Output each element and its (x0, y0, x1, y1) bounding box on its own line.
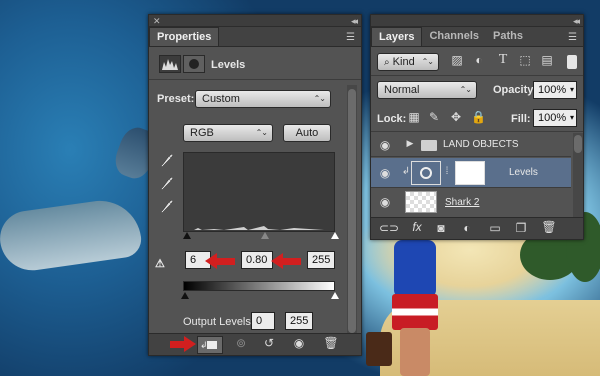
tab-paths[interactable]: Paths (486, 27, 530, 46)
filter-smart-object-icon[interactable]: ▤ (539, 53, 555, 67)
output-white-slider[interactable] (331, 292, 339, 299)
histogram (183, 152, 335, 232)
layer-name: Levels (509, 167, 538, 178)
preset-value: Custom (202, 93, 240, 105)
input-gamma-slider[interactable] (261, 232, 269, 239)
lock-position-icon[interactable]: ✥ (449, 110, 463, 124)
collapse-icon[interactable]: ◂◂ (573, 15, 580, 27)
panel-titlebar[interactable]: ✕ ◂◂ (149, 15, 361, 27)
visibility-eye-icon[interactable]: ◉ (377, 166, 393, 180)
close-icon[interactable]: ✕ (153, 15, 161, 27)
person-image (366, 228, 450, 376)
visibility-eye-icon[interactable]: ◉ (377, 138, 393, 152)
output-gradient-bar (183, 281, 335, 291)
preset-dropdown[interactable]: Custom (195, 90, 331, 108)
annotation-arrow (205, 253, 235, 269)
trash-icon[interactable]: 🗑 (541, 220, 557, 234)
input-white-slider[interactable] (331, 232, 339, 239)
layers-toolbar: ⊂⊃ fx ◙ ◐ ▭ ❐ 🗑 (371, 217, 583, 239)
annotation-arrow (271, 253, 301, 269)
lock-pixels-icon[interactable]: ✎ (427, 110, 441, 124)
filter-adjustment-icon[interactable]: ◐ (471, 53, 487, 67)
tab-layers[interactable]: Layers (371, 27, 423, 46)
filter-kind-dropdown[interactable]: ⌕ Kind (377, 53, 439, 71)
channel-dropdown[interactable]: RGB (183, 124, 273, 142)
output-black-slider[interactable] (181, 292, 189, 299)
fill-label: Fill: (511, 113, 531, 125)
layer-row[interactable]: ◉ ↲ ⁞ Levels (371, 158, 571, 188)
lock-all-icon[interactable]: 🔒 (471, 110, 486, 124)
scrollbar[interactable] (573, 133, 583, 217)
visibility-eye-icon[interactable]: ◉ (287, 336, 311, 350)
divider (149, 79, 361, 80)
mask-icon[interactable] (183, 55, 205, 73)
panel-menu-icon[interactable]: ☰ (568, 32, 577, 43)
input-gamma-field[interactable]: 0.80 (241, 251, 273, 269)
auto-button[interactable]: Auto (283, 124, 331, 142)
lock-label: Lock: (377, 113, 407, 125)
trash-icon[interactable]: 🗑 (321, 336, 341, 350)
gray-eyedropper-icon[interactable] (159, 176, 175, 195)
opacity-field[interactable]: 100% ▾ (533, 81, 577, 99)
blend-mode-value: Normal (384, 84, 420, 96)
panel-menu-icon[interactable]: ☰ (346, 32, 355, 43)
black-eyedropper-icon[interactable] (159, 153, 175, 172)
chain-link-icon[interactable]: ⁞ (443, 166, 451, 177)
adjustment-thumbnail[interactable] (411, 161, 441, 185)
white-eyedropper-icon[interactable] (159, 199, 175, 218)
clipping-arrow-icon: ↲ (401, 166, 411, 177)
clipping-warning-icon[interactable]: ⚠ (155, 257, 165, 270)
lock-transparent-icon[interactable]: ▦ (407, 110, 421, 124)
layer-row[interactable]: ◉ Shark 2 (371, 189, 571, 215)
scrollbar-thumb[interactable] (574, 135, 582, 153)
properties-panel: ✕ ◂◂ Properties ☰ Levels Preset: Custom … (148, 14, 362, 356)
tab-properties[interactable]: Properties (149, 27, 220, 46)
clip-to-layer-button[interactable]: ↲ (197, 336, 223, 354)
output-levels-label: Output Levels: (183, 316, 254, 328)
new-layer-icon[interactable]: ❐ (513, 221, 529, 235)
tab-channels[interactable]: Channels (422, 27, 486, 46)
fx-icon[interactable]: fx (407, 220, 427, 234)
kind-value: Kind (392, 56, 415, 68)
filter-shape-icon[interactable]: ⬚ (517, 53, 533, 67)
search-icon: ⌕ (384, 57, 390, 68)
layer-name: Shark 2 (445, 197, 480, 208)
new-group-icon[interactable]: ▭ (487, 221, 503, 235)
fill-value: 100% (538, 112, 567, 124)
annotation-arrow (170, 336, 196, 352)
layer-name: LAND OBJECTS (443, 139, 519, 150)
new-adjustment-icon[interactable]: ◐ (459, 221, 475, 235)
layer-row[interactable]: ◉ ▶ LAND OBJECTS (371, 133, 571, 157)
output-black-field[interactable]: 0 (251, 312, 275, 330)
input-white-field[interactable]: 255 (307, 251, 335, 269)
input-black-slider[interactable] (183, 232, 191, 239)
link-layers-icon[interactable]: ⊂⊃ (379, 221, 399, 235)
filter-type-icon[interactable]: T (495, 52, 511, 68)
fill-field[interactable]: 100% ▾ (533, 109, 577, 127)
blend-mode-dropdown[interactable]: Normal (377, 81, 477, 99)
reset-icon[interactable]: ↺ (257, 336, 281, 350)
collapse-icon[interactable]: ◂◂ (351, 15, 358, 27)
panel-titlebar[interactable]: ◂◂ (371, 15, 583, 27)
output-white-field[interactable]: 255 (285, 312, 313, 330)
visibility-eye-icon[interactable]: ◉ (377, 195, 393, 209)
opacity-value: 100% (538, 84, 567, 96)
folder-icon (421, 140, 437, 151)
adjustment-title: Levels (211, 59, 246, 71)
filter-pixel-icon[interactable]: ▨ (449, 53, 465, 67)
add-mask-icon[interactable]: ◙ (433, 221, 449, 235)
channel-value: RGB (190, 127, 214, 139)
opacity-label: Opacity: (493, 84, 538, 96)
preset-label: Preset: (157, 93, 195, 105)
scrollbar-thumb[interactable] (348, 89, 356, 333)
disclosure-triangle-icon[interactable]: ▶ (405, 138, 415, 149)
layers-panel: ◂◂ Layers Channels Paths ☰ ⌕ Kind ▨ ◐ T … (370, 14, 584, 240)
levels-adjustment-icon[interactable] (159, 55, 181, 73)
layer-thumbnail[interactable] (405, 191, 437, 213)
scrollbar[interactable] (347, 85, 357, 335)
view-previous-icon[interactable]: ⊚ (229, 336, 253, 350)
filter-toggle[interactable] (567, 55, 577, 69)
layer-mask-thumbnail[interactable] (455, 161, 485, 185)
